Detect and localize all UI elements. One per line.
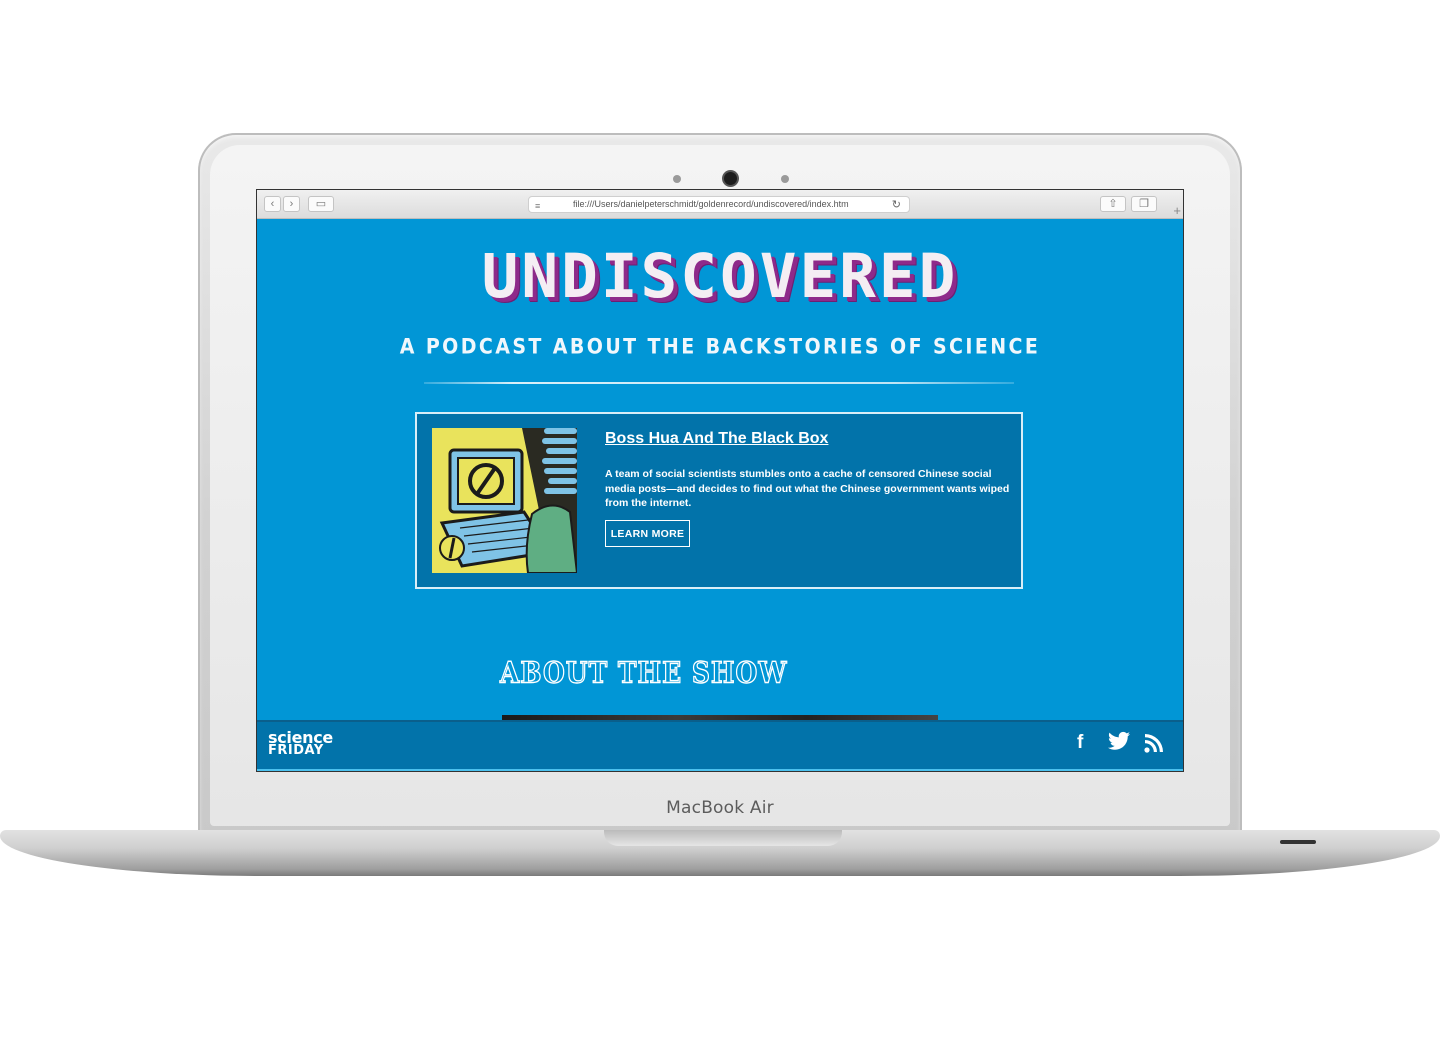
science-friday-logo[interactable]: science FRIDAY: [268, 730, 333, 758]
camera-icon: [724, 172, 737, 185]
episode-title-link[interactable]: Boss Hua And The Black Box: [605, 430, 828, 448]
ambient-sensor-left: [673, 175, 681, 183]
tabs-icon[interactable]: ❐: [1131, 196, 1157, 212]
chevron-right-icon[interactable]: ›: [283, 196, 300, 212]
site-logo[interactable]: UNDISCOVERED: [257, 241, 1183, 312]
share-icon[interactable]: ⇧: [1100, 196, 1126, 212]
reload-icon[interactable]: ↻: [892, 198, 901, 211]
site-footer: science FRIDAY f: [257, 720, 1183, 771]
brand-line-2: FRIDAY: [268, 743, 324, 758]
address-bar[interactable]: ≡ file:///Users/danielpeterschmidt/golde…: [528, 196, 910, 213]
plus-icon[interactable]: +: [1173, 203, 1181, 218]
web-page: UNDISCOVERED A PODCAST ABOUT THE BACKSTO…: [257, 219, 1183, 771]
sidebar-icon[interactable]: ▭: [308, 196, 334, 212]
laptop-base: [0, 830, 1440, 876]
episode-artwork[interactable]: [432, 428, 577, 573]
url-text: file:///Users/danielpeterschmidt/goldenr…: [573, 199, 849, 209]
rss-icon[interactable]: [1144, 733, 1164, 759]
about-heading: ABOUT THE SHOW: [499, 655, 788, 690]
learn-more-button[interactable]: LEARN MORE: [605, 520, 690, 547]
site-tagline: A PODCAST ABOUT THE BACKSTORIES OF SCIEN…: [399, 334, 1041, 360]
browser-toolbar: ‹ › ▭ ≡ file:///Users/danielpeterschmidt…: [257, 190, 1183, 219]
browser-screen: ‹ › ▭ ≡ file:///Users/danielpeterschmidt…: [257, 190, 1183, 771]
reader-icon[interactable]: ≡: [535, 201, 540, 211]
facebook-icon[interactable]: f: [1077, 732, 1083, 754]
side-port: [1280, 840, 1316, 844]
chevron-left-icon[interactable]: ‹: [264, 196, 281, 212]
twitter-icon[interactable]: [1108, 731, 1130, 757]
ambient-sensor-right: [781, 175, 789, 183]
featured-episode-card: Boss Hua And The Black Box A team of soc…: [415, 412, 1023, 589]
hinge-notch: [604, 830, 842, 846]
footer-accent-line: [257, 769, 1183, 771]
model-label: MacBook Air: [666, 798, 774, 818]
episode-description: A team of social scientists stumbles ont…: [605, 468, 1010, 509]
header-divider: [424, 382, 1014, 384]
